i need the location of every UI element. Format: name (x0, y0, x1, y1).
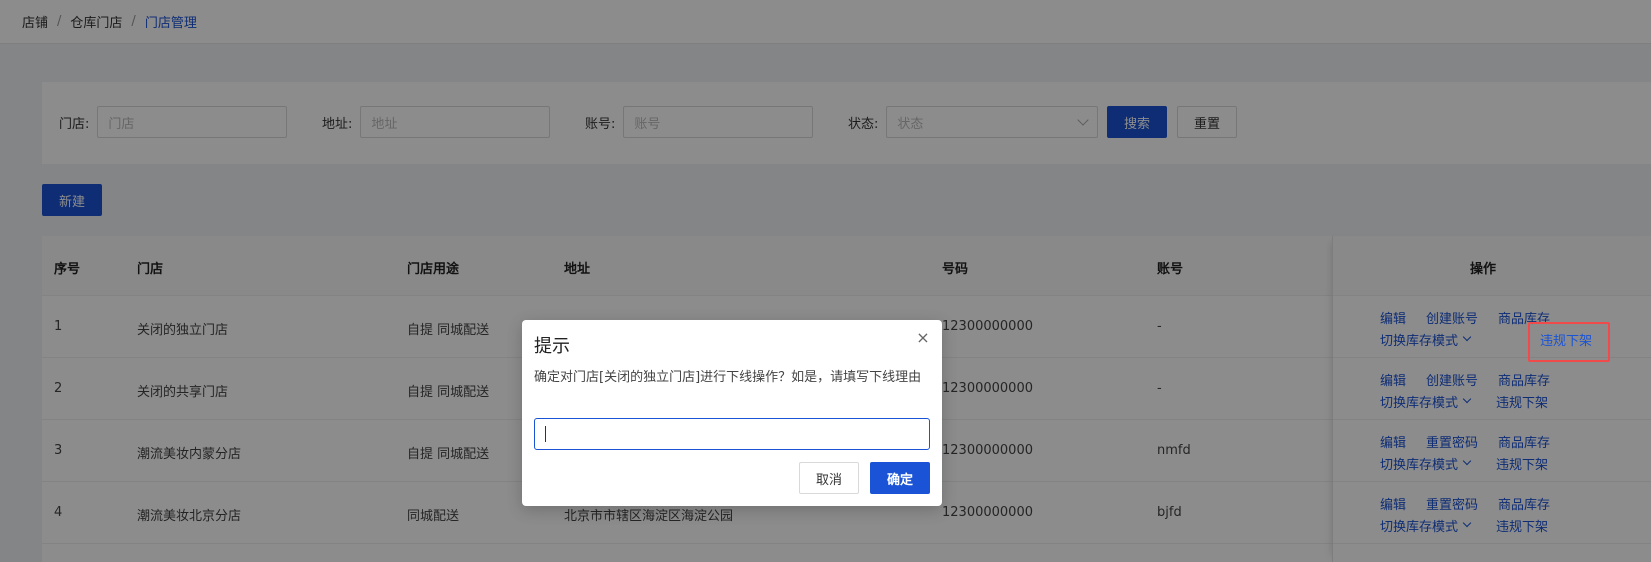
dialog-message: 确定对门店[关闭的独立门店]进行下线操作？如是，请填写下线理由 (534, 370, 922, 385)
dialog-title: 提示 (534, 336, 570, 357)
close-icon[interactable]: × (915, 330, 931, 346)
confirm-dialog: 提示 × 确定对门店[关闭的独立门店]进行下线操作？如是，请填写下线理由 取消 … (522, 320, 942, 506)
takedown-reason-input[interactable] (534, 418, 930, 450)
takedown-link-highlighted[interactable]: 违规下架 (1540, 330, 1592, 349)
confirm-button[interactable]: 确定 (870, 462, 930, 494)
text-cursor (545, 426, 546, 442)
cancel-button[interactable]: 取消 (799, 462, 859, 494)
